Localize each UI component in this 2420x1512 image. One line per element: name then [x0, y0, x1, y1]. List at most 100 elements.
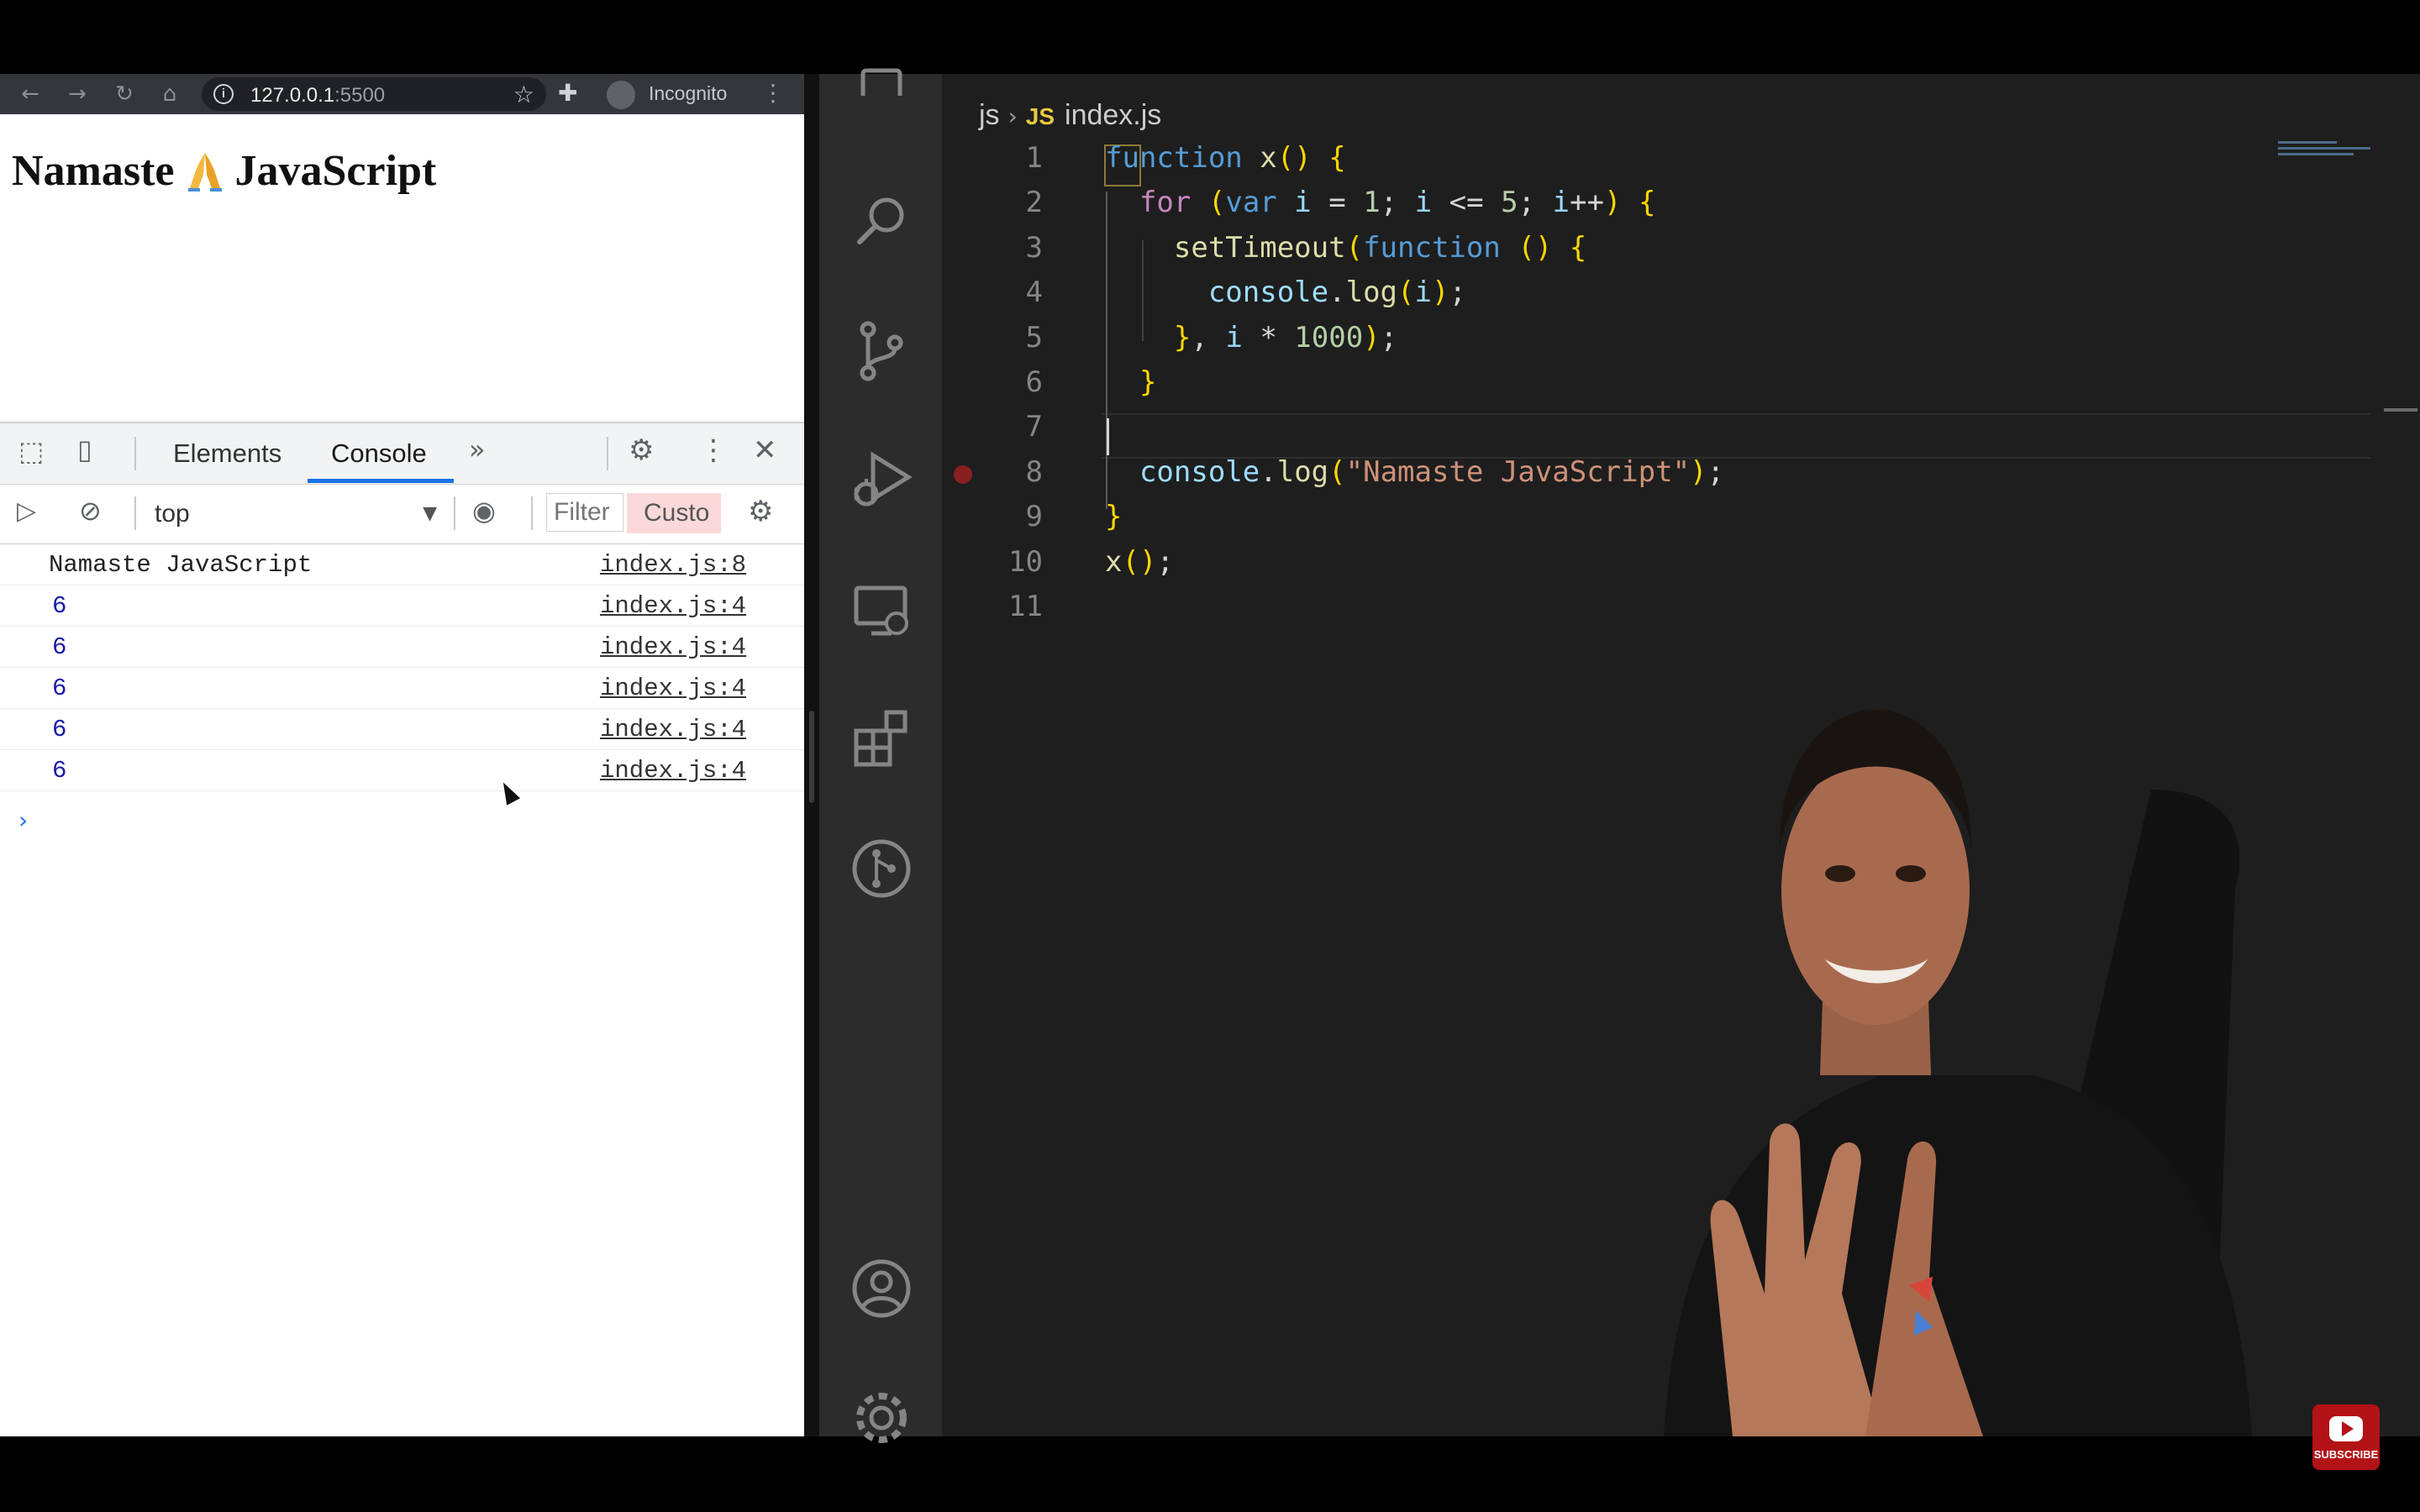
- bookmark-star-icon[interactable]: ☆: [513, 81, 534, 108]
- scrollbar-marker: [2384, 408, 2417, 412]
- play-triangle-icon: [2342, 1421, 2354, 1436]
- line-number: 2: [1025, 186, 1043, 220]
- line-number: 4: [1025, 276, 1043, 310]
- back-icon[interactable]: ←: [15, 79, 45, 109]
- subscribe-button[interactable]: SUBSCRIBE: [2312, 1404, 2380, 1470]
- forward-icon[interactable]: →: [62, 79, 92, 109]
- line-number: 11: [1008, 590, 1043, 623]
- console-filter-input[interactable]: [546, 493, 623, 532]
- context-value: top: [155, 500, 190, 528]
- code-line[interactable]: x();: [1105, 545, 1174, 579]
- breadcrumb: js › JS index.js: [979, 99, 1161, 132]
- reload-icon[interactable]: ↻: [109, 79, 139, 109]
- activity-bar: [819, 68, 942, 1443]
- console-prompt-chevron-icon[interactable]: ›: [18, 806, 28, 834]
- remote-explorer-icon[interactable]: [848, 578, 915, 645]
- active-tab-indicator: [308, 479, 454, 483]
- settings-gear-icon[interactable]: ⚙: [629, 433, 654, 467]
- extensions-icon[interactable]: [848, 706, 915, 773]
- browser-window: ← → ↻ ⌂ i 127.0.0.1:5500 ☆ ✚ Incognito ⋮…: [0, 74, 804, 1436]
- console-message: 6 index.js:4: [0, 750, 804, 791]
- message-text: 6: [52, 757, 67, 785]
- context-selector[interactable]: top ▼: [155, 495, 437, 533]
- line-number: 3: [1025, 230, 1043, 265]
- code-line[interactable]: for (var i = 1; i <= 5; i++) {: [1105, 186, 1655, 219]
- home-icon[interactable]: ⌂: [155, 79, 185, 109]
- code-line[interactable]: }: [1105, 500, 1122, 533]
- line-number: 5: [1025, 320, 1043, 354]
- code-line[interactable]: }: [1105, 365, 1156, 399]
- inspect-element-icon[interactable]: ⬚: [18, 435, 44, 467]
- console-message: Namaste JavaScript index.js:8: [0, 544, 804, 585]
- message-source-link[interactable]: index.js:8: [600, 551, 746, 579]
- account-icon[interactable]: [848, 1255, 915, 1322]
- minimap[interactable]: [2278, 141, 2379, 166]
- manage-gear-icon[interactable]: [848, 1384, 915, 1452]
- code-line[interactable]: console.log("Namaste JavaScript");: [1105, 455, 1724, 489]
- current-line-highlight: [1102, 413, 2370, 459]
- line-number: 9: [1025, 500, 1043, 534]
- line-number: 1: [1025, 141, 1043, 175]
- git-graph-icon[interactable]: [848, 835, 915, 902]
- url-text: 127.0.0.1:5500: [250, 84, 386, 107]
- browser-toolbar: ← → ↻ ⌂ i 127.0.0.1:5500 ☆ ✚ Incognito ⋮: [0, 74, 804, 114]
- message-source-link[interactable]: index.js:4: [600, 592, 746, 620]
- extensions-puzzle-icon[interactable]: ✚: [558, 79, 577, 107]
- close-icon[interactable]: ✕: [753, 433, 777, 467]
- line-number: 10: [1008, 544, 1043, 579]
- device-toolbar-icon[interactable]: ▯: [77, 433, 92, 465]
- subscribe-label: SUBSCRIBE: [2313, 1448, 2379, 1461]
- log-levels-dropdown[interactable]: Custo: [627, 493, 721, 533]
- console-message: 6 index.js:4: [0, 627, 804, 668]
- presenter-webcam-image: [1664, 710, 2252, 1436]
- console-message: 6 index.js:4: [0, 709, 804, 750]
- text-caret: [1107, 418, 1109, 455]
- folded-hands-icon: [187, 153, 222, 192]
- clear-console-icon[interactable]: ⊘: [79, 495, 102, 527]
- browser-menu-icon[interactable]: ⋮: [761, 79, 785, 107]
- code-line[interactable]: console.log(i);: [1105, 276, 1466, 309]
- live-expression-eye-icon[interactable]: ◉: [472, 495, 496, 527]
- line-number: 7: [1025, 410, 1043, 444]
- message-source-link[interactable]: index.js:4: [600, 675, 746, 702]
- devtools-panel: ⬚ ▯ Elements Console » ⚙ ⋮ ✕ ▷ ⊘ top ▼ ◉…: [0, 422, 804, 1436]
- divider: [531, 496, 533, 530]
- incognito-icon[interactable]: [607, 81, 635, 109]
- run-debug-icon[interactable]: [848, 447, 915, 514]
- message-text: 6: [52, 633, 67, 661]
- tab-console[interactable]: Console: [331, 438, 427, 469]
- more-tabs-icon[interactable]: »: [469, 433, 486, 465]
- devtools-menu-icon[interactable]: ⋮: [699, 433, 728, 467]
- incognito-label: Incognito: [649, 82, 728, 104]
- site-info-icon[interactable]: i: [213, 84, 234, 104]
- sidebar-toggle-icon[interactable]: ▷: [17, 496, 36, 526]
- console-messages: Namaste JavaScript index.js:8 6 index.js…: [0, 544, 804, 834]
- divider: [134, 437, 136, 470]
- js-file-icon: JS: [1025, 103, 1055, 129]
- message-text: Namaste JavaScript: [49, 551, 313, 579]
- code-line[interactable]: function x() {: [1105, 141, 1346, 175]
- page-title: Namaste JavaScript: [12, 147, 437, 195]
- tab-elements[interactable]: Elements: [173, 438, 281, 469]
- code-line[interactable]: setTimeout(function () {: [1105, 231, 1586, 265]
- console-message: 6 index.js:4: [0, 585, 804, 627]
- code-line[interactable]: }, i * 1000);: [1105, 321, 1397, 354]
- resize-handle[interactable]: [809, 711, 814, 803]
- message-source-link[interactable]: index.js:4: [600, 757, 746, 785]
- message-text: 6: [52, 675, 67, 702]
- message-source-link[interactable]: index.js:4: [600, 633, 746, 661]
- console-settings-gear-icon[interactable]: ⚙: [748, 495, 773, 528]
- console-filter-bar: ▷ ⊘ top ▼ ◉ Custo ⚙: [0, 485, 804, 544]
- message-text: 6: [52, 592, 67, 620]
- source-control-icon[interactable]: [848, 318, 915, 385]
- address-bar[interactable]: i 127.0.0.1:5500 ☆: [202, 77, 546, 111]
- devtools-tabbar: ⬚ ▯ Elements Console » ⚙ ⋮ ✕: [0, 423, 804, 485]
- chevron-right-icon: ›: [1007, 102, 1018, 130]
- search-icon[interactable]: [848, 188, 915, 255]
- divider: [607, 437, 608, 470]
- explorer-icon[interactable]: [848, 62, 915, 96]
- console-message: 6 index.js:4: [0, 668, 804, 709]
- breadcrumb-file[interactable]: index.js: [1065, 99, 1161, 131]
- breadcrumb-folder[interactable]: js: [979, 99, 1000, 131]
- message-source-link[interactable]: index.js:4: [600, 716, 746, 743]
